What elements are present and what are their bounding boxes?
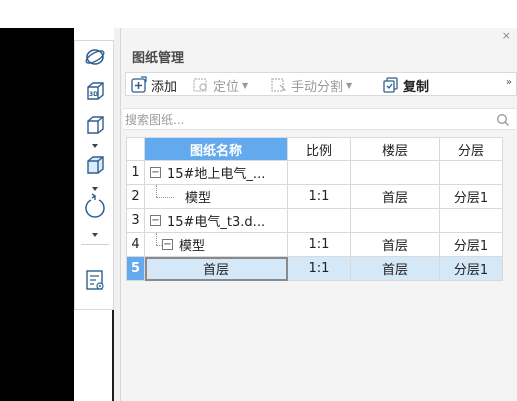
more-icon[interactable]: » [506,77,512,88]
collapse-icon[interactable]: − [150,167,161,178]
drawing-name: 15#电气_t3.d... [167,215,266,230]
layer-view-button[interactable] [81,268,109,292]
row-number: 1 [126,161,145,185]
copy-button[interactable]: 复制 [382,75,429,95]
view-toolbar: 3D [74,40,114,310]
locate-button-label: 定位 [213,79,240,95]
collapse-icon[interactable]: − [162,239,173,250]
add-button[interactable]: 添加 [130,75,177,95]
manual-split-button[interactable]: 手动分割 ▼ [270,75,352,95]
scale-cell[interactable]: 1:1 [288,233,351,257]
drawing-canvas[interactable] [0,28,74,401]
list-eye-icon [86,270,104,290]
top-strip [0,0,517,28]
floor-cell[interactable] [351,161,440,185]
search-input[interactable] [125,111,485,128]
header-name[interactable]: 图纸名称 [145,137,288,161]
layer-cell[interactable] [440,209,503,233]
scale-cell[interactable] [288,161,351,185]
split-dropdown-icon[interactable]: ▼ [346,81,352,90]
tree-connector [156,233,157,245]
search-bar [123,108,516,130]
header-scale[interactable]: 比例 [288,137,351,161]
3d-view-button[interactable]: 3D [81,79,109,103]
row-number: 4 [126,233,145,257]
cube-solid-icon [87,156,104,174]
locate-dropdown-icon[interactable]: ▼ [242,81,248,90]
panel-toolbar: 添加 定位 ▼ 手动分割 ▼ 复制 » [125,72,517,96]
row-number: 3 [126,209,145,233]
layer-cell[interactable]: 分层1 [440,233,503,257]
toolbar-divider [81,244,109,245]
floor-cell[interactable] [351,209,440,233]
box-view-dropdown[interactable] [89,140,101,150]
name-cell[interactable]: − 15#电气_t3.d... [145,209,288,233]
floor-cell[interactable]: 首层 [351,257,440,281]
scale-cell[interactable]: 1:1 [288,257,351,281]
drawing-name: 15#地上电气_... [167,167,266,182]
drawing-name: 模型 [179,239,206,254]
table-row[interactable]: 1 − 15#地上电气_... [126,161,504,185]
header-row-number [126,137,145,161]
table-row[interactable]: 2 模型 1:1 首层 分层1 [126,185,504,209]
search-icon[interactable] [496,113,510,127]
tree-connector [156,185,157,197]
name-cell[interactable]: − 15#地上电气_... [145,161,288,185]
locate-button[interactable]: 定位 ▼ [192,75,248,95]
rotate-icon [85,193,105,218]
solid-view-button[interactable] [81,153,109,177]
split-icon [271,78,287,92]
svg-text:3D: 3D [89,91,98,98]
cube-outline-icon [87,116,104,134]
rotate-button[interactable] [81,193,109,218]
row-number: 2 [126,185,145,209]
header-floor[interactable]: 楼层 [351,137,440,161]
table-row-selected[interactable]: 5 首层 1:1 首层 分层1 [126,257,504,281]
tree-connector [156,197,174,198]
orbit-view-button[interactable] [81,45,109,69]
drawing-name: 模型 [185,191,212,206]
box-view-button[interactable] [81,113,109,137]
table-header: 图纸名称 比例 楼层 分层 [126,137,504,161]
add-button-label: 添加 [151,79,178,95]
cube-3d-icon: 3D [87,82,104,100]
header-layer[interactable]: 分层 [440,137,503,161]
collapse-icon[interactable]: − [150,215,161,226]
scale-cell[interactable] [288,209,351,233]
layer-cell[interactable]: 分层1 [440,257,503,281]
copy-button-label: 复制 [403,79,430,95]
layer-cell[interactable]: 分层1 [440,185,503,209]
triangle-down-icon [92,144,98,148]
layer-cell[interactable] [440,161,503,185]
table-row[interactable]: 4 − 模型 1:1 首层 分层1 [126,233,504,257]
triangle-down-icon [92,233,98,237]
tree-connector [156,245,162,246]
add-icon [131,76,147,93]
name-cell[interactable]: 模型 [145,185,288,209]
rotate-dropdown[interactable] [89,229,101,239]
panel-title: 图纸管理 [132,51,185,66]
floor-cell[interactable]: 首层 [351,185,440,209]
table-row[interactable]: 3 − 15#电气_t3.d... [126,209,504,233]
scale-cell[interactable]: 1:1 [288,185,351,209]
app-root: 3D × 图纸管理 添加 定位 ▼ 手动分割 ▼ 复制 » 搜索图纸... 图纸… [0,0,517,401]
close-icon[interactable]: × [502,29,511,42]
floor-cell[interactable]: 首层 [351,233,440,257]
locate-icon [193,78,207,92]
name-cell[interactable]: − 模型 [145,233,288,257]
orbit-icon [85,49,105,65]
name-cell-editing[interactable]: 首层 [145,257,288,281]
manual-split-button-label: 手动分割 [291,79,344,95]
row-number: 5 [126,257,145,281]
copy-icon [383,77,398,93]
drawing-manager-panel: × 图纸管理 添加 定位 ▼ 手动分割 ▼ 复制 » 搜索图纸... 图纸名称 … [120,28,517,401]
